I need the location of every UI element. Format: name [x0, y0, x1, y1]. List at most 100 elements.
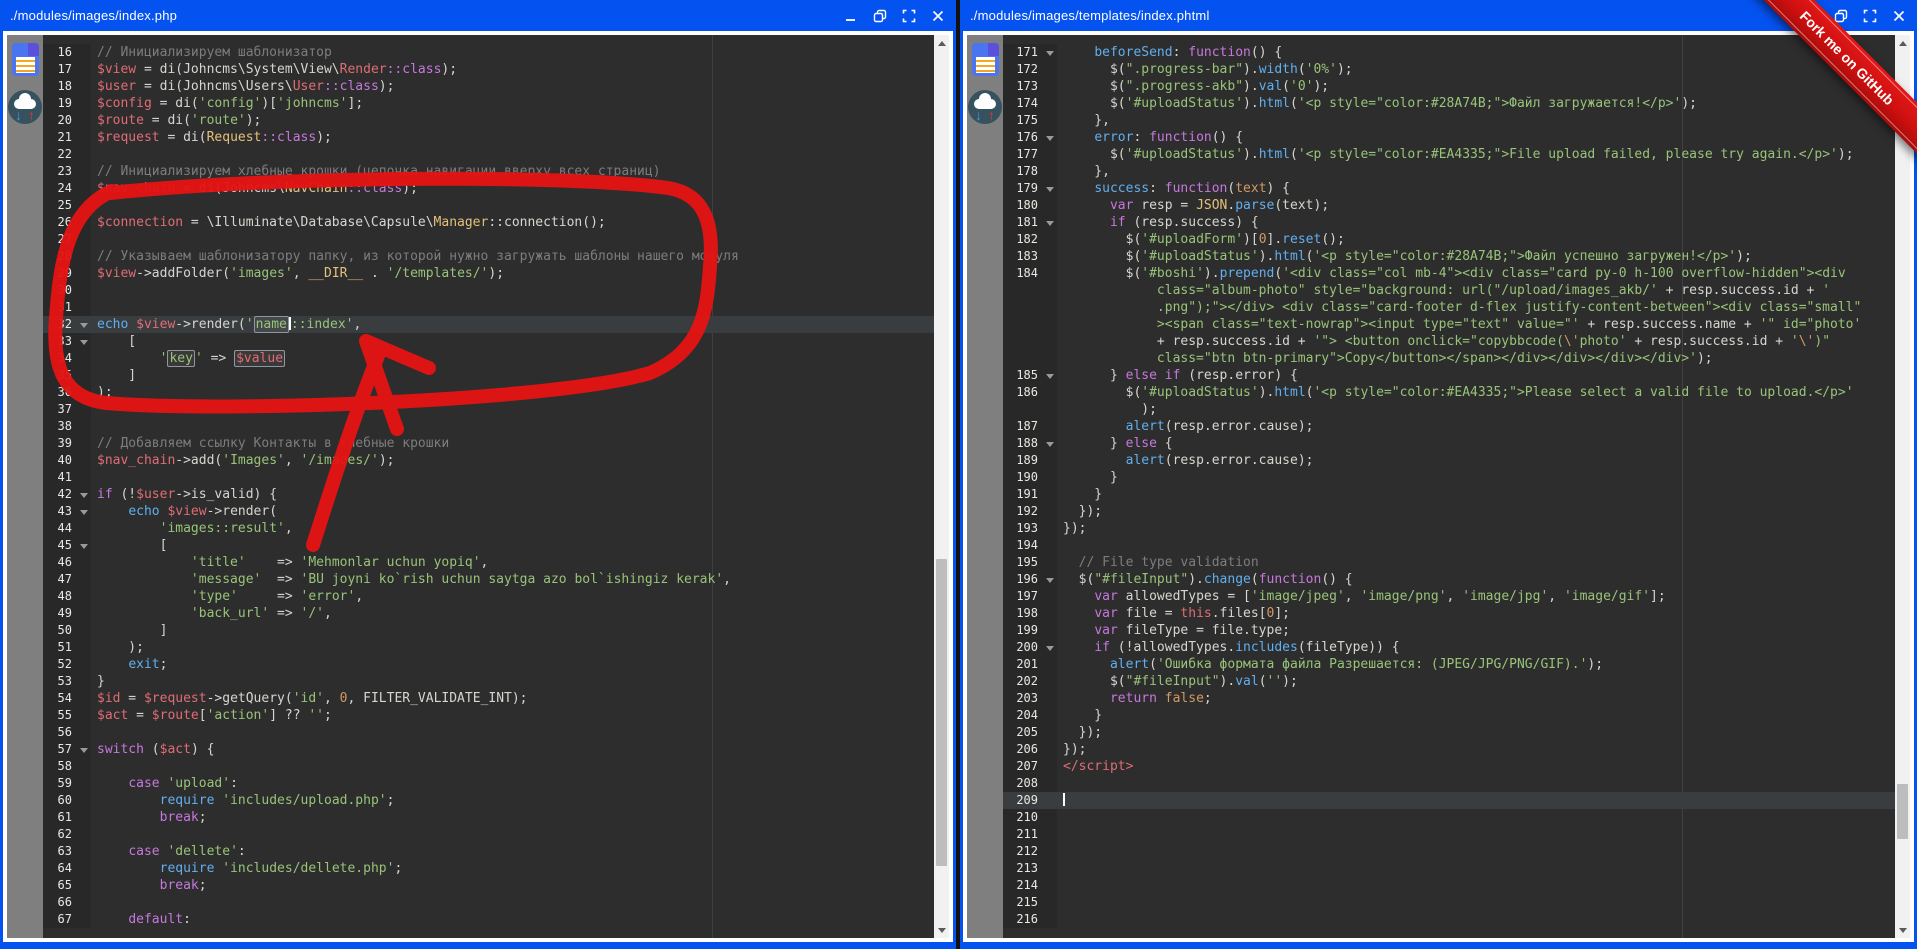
close-button[interactable]: [930, 8, 946, 24]
scrollbar-thumb[interactable]: [1897, 784, 1908, 838]
fold-marker-icon[interactable]: [1043, 180, 1057, 197]
fork-me-link[interactable]: Fork me on GitHub: [1742, 0, 1917, 163]
code-line: 44 'images::result',: [43, 520, 934, 537]
code-text: $route = di('route');: [91, 112, 261, 129]
code-text: var resp = JSON.parse(text);: [1057, 197, 1329, 214]
line-number: 215: [1003, 894, 1043, 911]
code-line: 193});: [1003, 520, 1895, 537]
save-icon[interactable]: [972, 43, 999, 76]
fold-gutter: [77, 707, 91, 724]
fold-marker-icon[interactable]: [1043, 571, 1057, 588]
fold-gutter: [1043, 231, 1057, 248]
fullscreen-button[interactable]: [901, 8, 917, 24]
fold-gutter: [1043, 792, 1057, 809]
scrollbar-thumb[interactable]: [936, 559, 947, 866]
code-line: 47 'message' => 'BU joyni ko`rish uchun …: [43, 571, 934, 588]
sync-icon[interactable]: ↑↓: [968, 90, 1002, 124]
code-text: switch ($act) {: [91, 741, 214, 758]
line-number: 32: [43, 316, 77, 333]
scroll-down-arrow-icon[interactable]: [934, 923, 949, 937]
line-number: 174: [1003, 95, 1043, 112]
restore-button[interactable]: [872, 8, 888, 24]
code-line: 23// Инициализируем хлебные крошки (цепо…: [43, 163, 934, 180]
scroll-down-arrow-icon[interactable]: [1895, 923, 1910, 937]
code-text: 'message' => 'BU joyni ko`rish uchun say…: [91, 571, 731, 588]
code-line: 216: [1003, 911, 1895, 928]
fold-gutter: [1043, 282, 1057, 299]
line-number: 201: [1003, 656, 1043, 673]
line-number: 214: [1003, 877, 1043, 894]
code-text: [91, 401, 97, 418]
code-line: 38: [43, 418, 934, 435]
line-number: 175: [1003, 112, 1043, 129]
line-number: 50: [43, 622, 77, 639]
code-line: 210: [1003, 809, 1895, 826]
line-number: 199: [1003, 622, 1043, 639]
line-number: 185: [1003, 367, 1043, 384]
line-number: 65: [43, 877, 77, 894]
fold-gutter: [1043, 724, 1057, 741]
fold-gutter: [1043, 520, 1057, 537]
fold-marker-icon[interactable]: [77, 486, 91, 503]
fold-marker-icon[interactable]: [1043, 214, 1057, 231]
fold-marker-icon[interactable]: [77, 503, 91, 520]
fold-gutter: [1043, 197, 1057, 214]
code-line: 189 alert(resp.error.cause);: [1003, 452, 1895, 469]
fold-marker-icon[interactable]: [77, 741, 91, 758]
code-text: });: [1057, 503, 1102, 520]
line-number: 23: [43, 163, 77, 180]
fold-gutter: [77, 571, 91, 588]
code-text: ><span class="text-nowrap"><input type="…: [1057, 316, 1861, 333]
fold-gutter: [1043, 622, 1057, 639]
code-line: 24$nav_chain = di(Johncms\NavChain::clas…: [43, 180, 934, 197]
code-text: 'type' => 'error',: [91, 588, 363, 605]
line-number: 59: [43, 775, 77, 792]
line-number: 46: [43, 554, 77, 571]
code-text: $("#fileInput").change(function() {: [1057, 571, 1353, 588]
fold-marker-icon[interactable]: [1043, 367, 1057, 384]
line-number: [1003, 401, 1043, 418]
minimize-button[interactable]: [843, 8, 859, 24]
code-text: $nav_chain->add('Images', '/images/');: [91, 452, 394, 469]
code-text: [: [91, 333, 136, 350]
line-number: 22: [43, 146, 77, 163]
fold-gutter: [77, 401, 91, 418]
line-number: 188: [1003, 435, 1043, 452]
fold-marker-icon[interactable]: [1043, 44, 1057, 61]
fold-marker-icon[interactable]: [77, 316, 91, 333]
fold-marker-icon[interactable]: [1043, 435, 1057, 452]
fold-gutter: [1043, 554, 1057, 571]
code-text: });: [1057, 520, 1086, 537]
fold-marker-icon[interactable]: [77, 333, 91, 350]
code-line: 40$nav_chain->add('Images', '/images/');: [43, 452, 934, 469]
code-text: [91, 282, 97, 299]
code-line: 208: [1003, 775, 1895, 792]
line-number: 49: [43, 605, 77, 622]
line-number: 191: [1003, 486, 1043, 503]
line-number: 194: [1003, 537, 1043, 554]
code-text: alert(resp.error.cause);: [1057, 452, 1313, 469]
sync-icon[interactable]: ↑↓: [8, 90, 42, 124]
code-line: class="album-photo" style="background: u…: [1003, 282, 1895, 299]
code-line: 39// Добавляем ссылку Контакты в хлебные…: [43, 435, 934, 452]
fold-gutter: [77, 775, 91, 792]
code-line: 36);: [43, 384, 934, 401]
code-text: [91, 146, 97, 163]
code-line: 186 $('#uploadStatus').html('<p style="c…: [1003, 384, 1895, 401]
fold-marker-icon[interactable]: [77, 537, 91, 554]
left-vertical-scrollbar[interactable]: [934, 35, 949, 938]
scroll-up-arrow-icon[interactable]: [934, 36, 949, 50]
code-line: 29$view->addFolder('images', __DIR__ . '…: [43, 265, 934, 282]
line-number: 43: [43, 503, 77, 520]
fold-gutter: [1043, 775, 1057, 792]
fold-marker-icon[interactable]: [1043, 639, 1057, 656]
line-number: 216: [1003, 911, 1043, 928]
line-number: 55: [43, 707, 77, 724]
fold-gutter: [77, 469, 91, 486]
line-number: 198: [1003, 605, 1043, 622]
line-number: 42: [43, 486, 77, 503]
fold-marker-icon[interactable]: [1043, 129, 1057, 146]
left-code-editor[interactable]: 16// Инициализируем шаблонизатор17$view …: [43, 35, 934, 938]
line-number: 173: [1003, 78, 1043, 95]
save-icon[interactable]: [12, 43, 39, 76]
